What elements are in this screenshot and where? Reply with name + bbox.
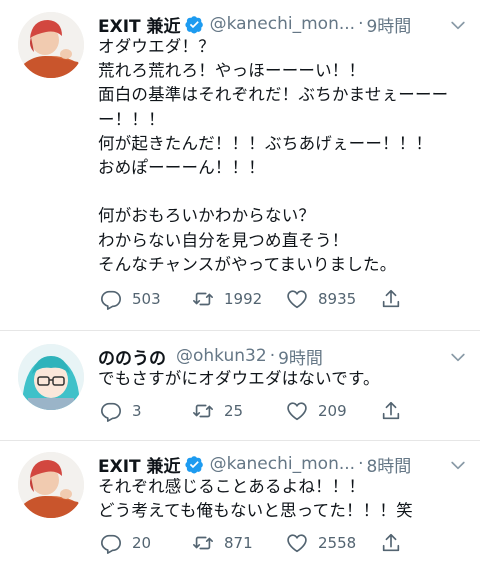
- like-icon: [287, 290, 307, 309]
- reply-count: 503: [132, 290, 161, 308]
- share-button[interactable]: [380, 400, 412, 422]
- tweet-2[interactable]: ののうの @ohkun32 · 9時間 でもさすがにオダウエダはないです。 3 …: [0, 344, 480, 444]
- like-count: 8935: [318, 290, 357, 308]
- reply-button[interactable]: 503: [100, 288, 161, 310]
- share-icon: [382, 289, 400, 308]
- share-icon: [382, 401, 400, 420]
- share-button[interactable]: [380, 532, 412, 554]
- retweet-count: 25: [224, 402, 244, 420]
- author-name[interactable]: ののうの: [98, 344, 166, 369]
- avatar-image: [18, 12, 84, 78]
- author-handle[interactable]: @ohkun32: [176, 346, 267, 366]
- tweet-header: EXIT 兼近 @kanechi_mon... · 8時間: [98, 452, 468, 477]
- author-name[interactable]: EXIT 兼近: [98, 452, 181, 477]
- retweet-count: 1992: [224, 290, 263, 308]
- like-count: 2558: [318, 534, 357, 552]
- avatar-exit-kanechika[interactable]: [18, 12, 84, 78]
- tweet-3[interactable]: EXIT 兼近 @kanechi_mon... · 8時間 それぞれ感じることあ…: [0, 452, 480, 560]
- author-handle[interactable]: @kanechi_mon...: [210, 454, 356, 474]
- share-button[interactable]: [380, 288, 412, 310]
- tweet-header: EXIT 兼近 @kanechi_mon... · 9時間: [98, 12, 468, 37]
- more-chevron-icon[interactable]: [448, 15, 468, 35]
- retweet-button[interactable]: 25: [192, 400, 243, 422]
- retweet-icon: [193, 536, 213, 550]
- tweet-divider: [0, 330, 480, 331]
- reply-count: 20: [132, 534, 152, 552]
- separator-dot: ·: [358, 14, 364, 34]
- reply-count: 3: [132, 402, 142, 420]
- reply-button[interactable]: 3: [100, 400, 142, 422]
- share-icon: [382, 533, 400, 552]
- tweet-text: でもさすがにオダウエダはないです。: [98, 369, 380, 388]
- retweet-button[interactable]: 871: [192, 532, 253, 554]
- tweet-text: それぞれ感じることあるよね！！！ どう考えても俺もないと思ってた！！！笑: [98, 477, 413, 521]
- timestamp[interactable]: 9時間: [278, 344, 323, 369]
- like-icon: [287, 534, 307, 553]
- tweet-text: オダウエダ！？ 荒れろ荒れろ！やっほーーーい！！ 面白の基準はそれぞれだ！ぶちか…: [98, 37, 449, 274]
- avatar-image: [18, 452, 84, 518]
- separator-dot: ·: [358, 454, 364, 474]
- retweet-count: 871: [224, 534, 253, 552]
- tweet-header: ののうの @ohkun32 · 9時間: [98, 344, 468, 369]
- author-handle[interactable]: @kanechi_mon...: [210, 14, 356, 34]
- tweet-actions: 20 871 2558: [100, 532, 410, 558]
- more-chevron-icon[interactable]: [448, 455, 468, 475]
- timestamp[interactable]: 8時間: [366, 452, 411, 477]
- verified-badge-icon: [184, 455, 203, 473]
- reply-icon: [101, 290, 121, 310]
- avatar-image: [18, 344, 84, 410]
- like-icon: [287, 402, 307, 421]
- like-button[interactable]: 8935: [286, 288, 356, 310]
- retweet-icon: [193, 404, 213, 418]
- retweet-icon: [193, 292, 213, 306]
- reply-icon: [101, 534, 121, 554]
- timestamp[interactable]: 9時間: [366, 12, 411, 37]
- avatar-nonouno[interactable]: [18, 344, 84, 410]
- verified-badge-icon: [184, 15, 203, 33]
- reply-button[interactable]: 20: [100, 532, 151, 554]
- retweet-button[interactable]: 1992: [192, 288, 262, 310]
- like-count: 209: [318, 402, 347, 420]
- more-chevron-icon[interactable]: [448, 347, 468, 367]
- tweet-divider: [0, 440, 480, 441]
- avatar-exit-kanechika[interactable]: [18, 452, 84, 518]
- reply-icon: [101, 402, 121, 422]
- author-name[interactable]: EXIT 兼近: [98, 12, 181, 37]
- tweet-actions: 3 25 209: [100, 400, 410, 426]
- tweet-actions: 503 1992 8935: [100, 288, 410, 314]
- like-button[interactable]: 2558: [286, 532, 356, 554]
- separator-dot: ·: [269, 346, 276, 366]
- tweet-1[interactable]: EXIT 兼近 @kanechi_mon... · 9時間 オダウエダ！？ 荒れ…: [0, 12, 480, 322]
- like-button[interactable]: 209: [286, 400, 347, 422]
